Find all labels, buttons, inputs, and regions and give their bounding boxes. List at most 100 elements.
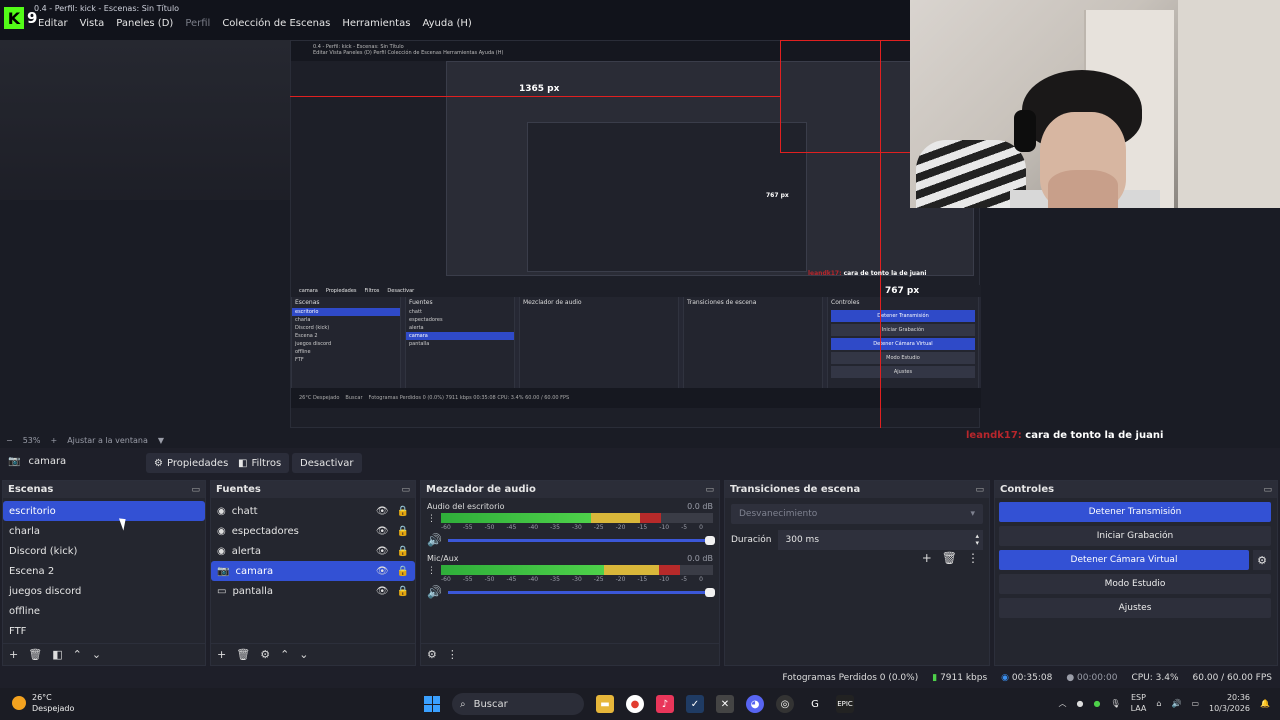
discord-icon[interactable]: ◕: [746, 695, 764, 713]
transition-select[interactable]: Desvanecimiento ▾: [731, 504, 983, 524]
filter-icon[interactable]: ◧: [52, 648, 62, 661]
controls-header: Controles ▭: [995, 481, 1277, 498]
spin-icon[interactable]: ▴ ▾: [975, 533, 979, 547]
steam-icon[interactable]: ✓: [686, 695, 704, 713]
move-down-icon[interactable]: ⌄: [92, 648, 101, 661]
add-icon[interactable]: +: [217, 648, 226, 661]
more-icon[interactable]: ⋮: [967, 551, 979, 565]
volume-knob[interactable]: [705, 587, 715, 597]
eye-icon[interactable]: 👁: [376, 546, 389, 557]
channel-name: Audio del escritorio: [427, 502, 505, 511]
studio-mode-button[interactable]: Modo Estudio: [999, 574, 1271, 594]
clock[interactable]: 20:36 10/3/2026: [1209, 692, 1250, 714]
menu-vista[interactable]: Vista: [80, 18, 105, 29]
taskbar-search[interactable]: ⌕ Buscar: [452, 693, 584, 715]
app-g-icon[interactable]: G: [806, 695, 824, 713]
chevron-up-icon[interactable]: ︿: [1058, 698, 1066, 709]
source-item[interactable]: ◉ chatt 👁 🔒: [211, 501, 415, 521]
volume-slider[interactable]: [447, 587, 715, 597]
dock-menu-icon[interactable]: ▭: [705, 485, 714, 495]
scene-item[interactable]: offline: [3, 601, 205, 621]
lock-icon[interactable]: 🔒: [397, 546, 409, 557]
dock-menu-icon[interactable]: ▭: [1263, 485, 1272, 495]
scene-item[interactable]: Escena 2: [3, 561, 205, 581]
dock-menu-icon[interactable]: ▭: [401, 485, 410, 495]
network-icon[interactable]: ⌂: [1156, 699, 1161, 708]
language-indicator[interactable]: ESP LAA: [1131, 692, 1147, 714]
mic-icon[interactable]: 🎙: [1110, 699, 1120, 708]
nested-capture: 0.4 - Perfil: kick - Escenas: Sin Título…: [290, 40, 981, 428]
start-record-button[interactable]: Iniciar Grabación: [999, 526, 1271, 546]
source-item[interactable]: ▭ pantalla 👁 🔒: [211, 581, 415, 601]
speaker-icon[interactable]: 🔊: [427, 585, 442, 599]
filters-button[interactable]: ◧ Filtros: [230, 453, 290, 473]
scene-item[interactable]: escritorio: [3, 501, 205, 521]
channel-menu-icon[interactable]: ⋮: [427, 566, 436, 576]
scene-item[interactable]: Discord (kick): [3, 541, 205, 561]
zoom-plus-icon[interactable]: +: [50, 436, 57, 445]
obs-icon[interactable]: ◎: [776, 695, 794, 713]
move-up-icon[interactable]: ⌃: [280, 648, 289, 661]
menu-perfil[interactable]: Perfil: [185, 18, 210, 29]
epic-icon[interactable]: EPIC: [836, 695, 854, 713]
menu-editar[interactable]: Editar: [38, 18, 68, 29]
scene-item[interactable]: charla: [3, 521, 205, 541]
gear-icon[interactable]: ⚙: [260, 648, 270, 661]
source-item[interactable]: ◉ alerta 👁 🔒: [211, 541, 415, 561]
weather-desc: Despejado: [32, 704, 75, 713]
volume-icon[interactable]: 🔊: [1171, 699, 1181, 708]
advanced-audio-icon[interactable]: ⚙: [427, 648, 437, 661]
zoom-fit-label[interactable]: Ajustar a la ventana: [67, 436, 148, 445]
tray-green-icon[interactable]: ●: [1093, 699, 1100, 708]
add-icon[interactable]: +: [9, 648, 18, 661]
lock-icon[interactable]: 🔒: [397, 506, 409, 517]
volume-knob[interactable]: [705, 535, 715, 545]
eye-icon[interactable]: 👁: [376, 506, 389, 517]
source-item[interactable]: ◉ espectadores 👁 🔒: [211, 521, 415, 541]
more-icon[interactable]: ⋮: [447, 648, 458, 661]
lock-icon[interactable]: 🔒: [397, 526, 409, 537]
properties-button[interactable]: ⚙ Propiedades: [146, 453, 237, 473]
chrome-icon[interactable]: ●: [626, 695, 644, 713]
menu-herramientas[interactable]: Herramientas: [342, 18, 410, 29]
menu-ayuda[interactable]: Ayuda (H): [422, 18, 471, 29]
weather-widget[interactable]: 26°C Despejado: [12, 692, 74, 714]
game-app-icon[interactable]: ✕: [716, 695, 734, 713]
tray-dot-icon[interactable]: ●: [1076, 699, 1083, 708]
eye-icon[interactable]: 👁: [376, 586, 389, 597]
add-icon[interactable]: +: [922, 551, 932, 565]
trash-icon[interactable]: 🗑: [236, 648, 250, 661]
eye-icon[interactable]: 👁: [376, 566, 389, 577]
notification-icon[interactable]: 🔔: [1260, 699, 1270, 708]
source-item[interactable]: 📷 camara 👁 🔒: [211, 561, 415, 581]
file-explorer-icon[interactable]: ▬: [596, 695, 614, 713]
scene-item[interactable]: FTF: [3, 621, 205, 641]
battery-icon[interactable]: ▭: [1191, 699, 1199, 708]
speaker-icon[interactable]: 🔊: [427, 533, 442, 547]
duration-input[interactable]: 300 ms ▴ ▾: [777, 530, 983, 550]
trash-icon[interactable]: 🗑: [942, 551, 957, 565]
menu-paneles[interactable]: Paneles (D): [116, 18, 173, 29]
system-tray: ︿ ● ● 🎙 ESP LAA ⌂ 🔊 ▭ 20:36 10/3/2026 🔔: [1058, 692, 1270, 714]
lock-icon[interactable]: 🔒: [397, 586, 409, 597]
zoom-dropdown-icon[interactable]: ▼: [158, 436, 164, 445]
music-app-icon[interactable]: ♪: [656, 695, 674, 713]
channel-menu-icon[interactable]: ⋮: [427, 514, 436, 524]
volume-slider[interactable]: [447, 535, 715, 545]
dock-menu-icon[interactable]: ▭: [975, 485, 984, 495]
menu-coleccion[interactable]: Colección de Escenas: [222, 18, 330, 29]
move-down-icon[interactable]: ⌄: [299, 648, 308, 661]
dock-menu-icon[interactable]: ▭: [191, 485, 200, 495]
move-up-icon[interactable]: ⌃: [73, 648, 82, 661]
windows-start-icon[interactable]: [424, 696, 440, 712]
trash-icon[interactable]: 🗑: [28, 648, 42, 661]
eye-icon[interactable]: 👁: [376, 526, 389, 537]
lock-icon[interactable]: 🔒: [397, 566, 409, 577]
settings-button[interactable]: Ajustes: [999, 598, 1271, 618]
deactivate-button[interactable]: Desactivar: [292, 453, 362, 473]
vcam-gear-icon[interactable]: ⚙: [1253, 550, 1271, 570]
scene-item[interactable]: juegos discord: [3, 581, 205, 601]
stop-vcam-button[interactable]: Detener Cámara Virtual: [999, 550, 1249, 570]
zoom-minus-icon[interactable]: −: [6, 436, 13, 445]
stop-stream-button[interactable]: Detener Transmisión: [999, 502, 1271, 522]
